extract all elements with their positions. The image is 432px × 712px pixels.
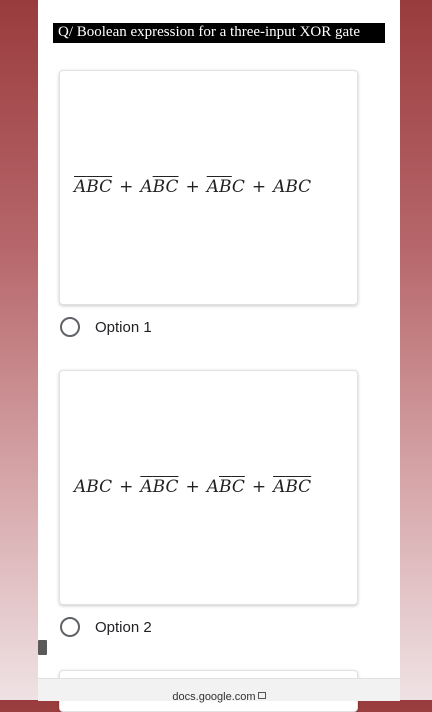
literal-b: B	[86, 477, 100, 497]
option-1-label[interactable]: Option 1	[95, 319, 152, 336]
literal-a: A	[206, 477, 219, 497]
option-1-expression: ABC + ABC + ABC + ABC	[74, 177, 311, 197]
literal-a-bar: A	[273, 477, 286, 497]
option-2-row[interactable]: Option 2	[60, 617, 152, 637]
option-1-image-card: ABC + ABC + ABC + ABC	[59, 70, 358, 305]
plus-operator: +	[119, 177, 134, 197]
literal-b: B	[285, 177, 299, 197]
literal-a: A	[74, 477, 87, 497]
literal-c: C	[231, 177, 245, 197]
lock-icon	[257, 692, 266, 699]
plus-operator: +	[185, 177, 200, 197]
plus-operator: +	[251, 177, 267, 197]
literal-b-bar: B	[152, 477, 166, 497]
option-1-row[interactable]: Option 1	[60, 317, 152, 337]
option-2-image-card: ABC + ABC + ABC + ABC	[59, 370, 358, 605]
literal-c-bar: C	[165, 177, 179, 197]
question-title: Q/ Boolean expression for a three-input …	[53, 23, 385, 43]
literal-a-bar: A	[206, 177, 219, 197]
option-2-expression: ABC + ABC + ABC + ABC	[74, 477, 311, 497]
literal-a-bar: A	[74, 177, 87, 197]
literal-b-bar: B	[219, 477, 232, 497]
option-2-label[interactable]: Option 2	[95, 619, 152, 636]
literal-c-bar: C	[99, 177, 113, 197]
literal-a-bar: A	[140, 477, 153, 497]
literal-c-bar: C	[298, 477, 312, 497]
literal-c-bar: C	[165, 477, 179, 497]
literal-c: C	[99, 477, 113, 497]
option-2-radio[interactable]	[60, 617, 80, 637]
literal-a: A	[273, 177, 286, 197]
option-1-radio[interactable]	[60, 317, 80, 337]
literal-c: C	[298, 177, 312, 197]
plus-operator: +	[251, 477, 267, 497]
literal-b-bar: B	[86, 177, 100, 197]
literal-b-bar: B	[219, 177, 232, 197]
literal-c-bar: C	[231, 477, 245, 497]
scroll-handle[interactable]	[38, 640, 47, 655]
browser-address-bar[interactable]: docs.google.com	[38, 678, 400, 703]
literal-b-bar: B	[285, 477, 299, 497]
plus-operator: +	[185, 477, 200, 497]
plus-operator: +	[119, 477, 134, 497]
literal-a: A	[140, 177, 153, 197]
literal-b-bar: B	[152, 177, 166, 197]
url-text: docs.google.com	[172, 691, 256, 703]
